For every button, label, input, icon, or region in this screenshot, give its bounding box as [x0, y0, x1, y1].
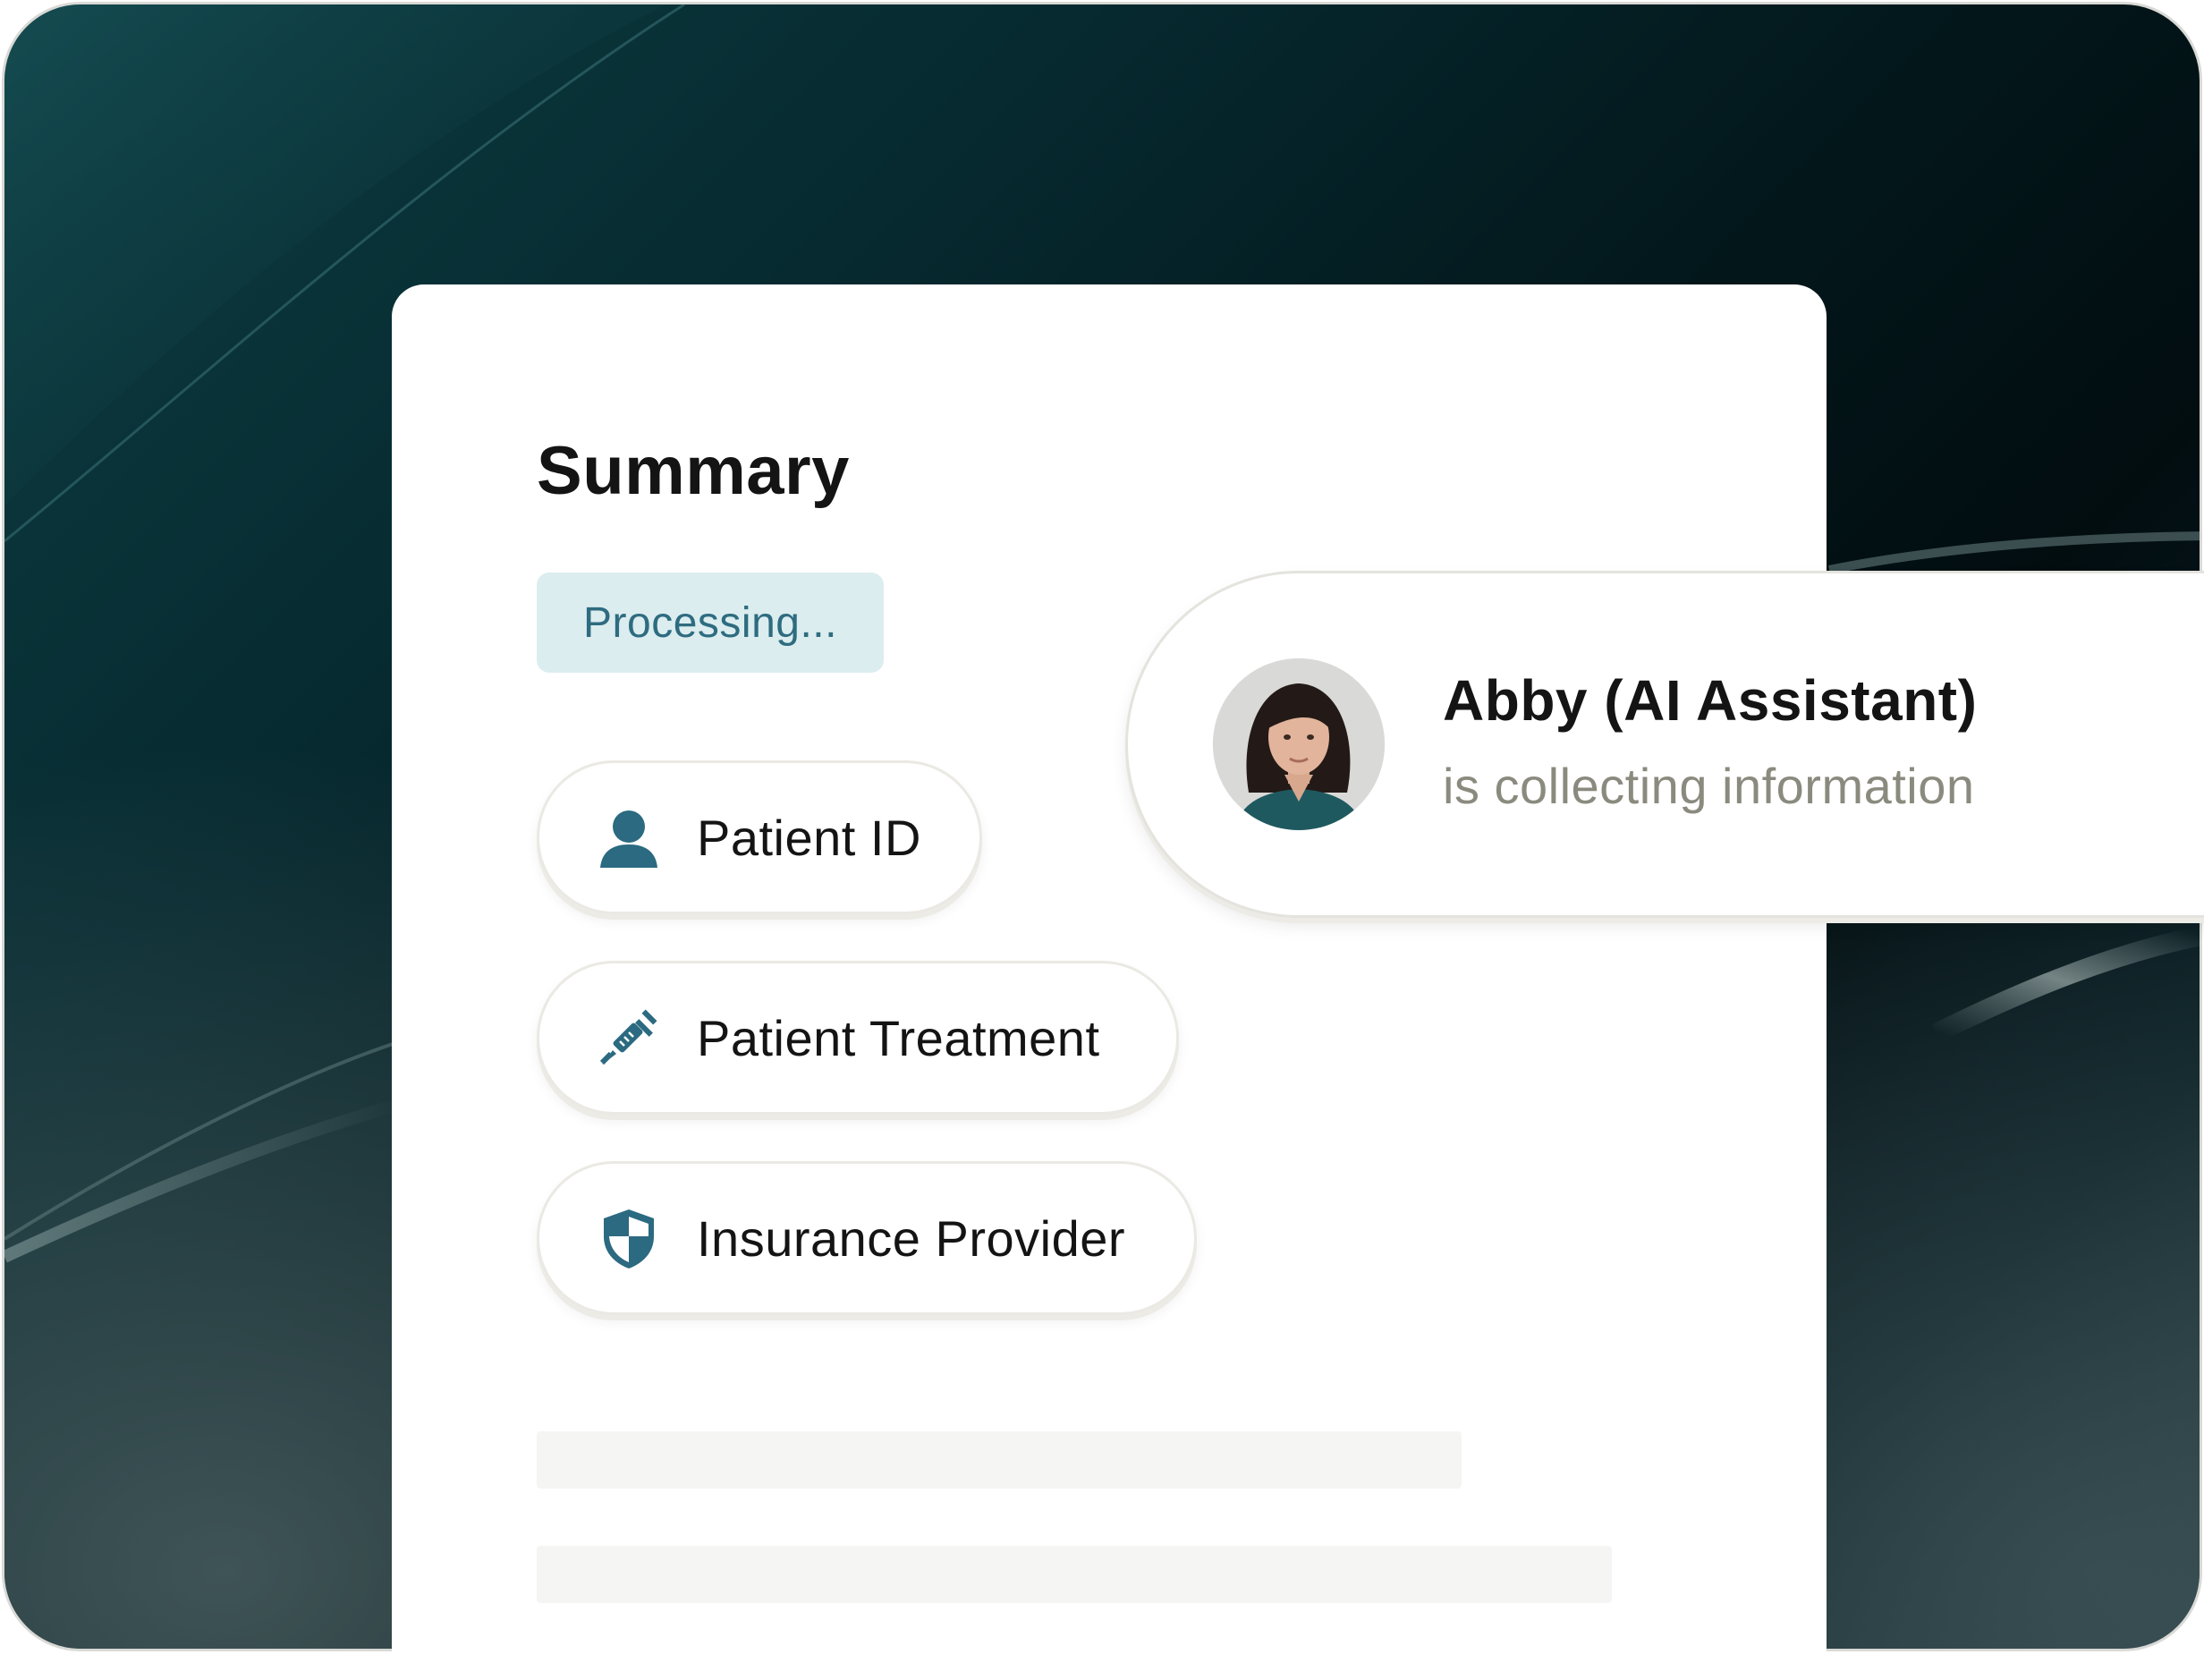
summary-card: Summary Processing... Patient ID Patient…: [392, 284, 1827, 1680]
patient-treatment-label: Patient Treatment: [697, 1009, 1100, 1066]
skeleton-line: [537, 1546, 1612, 1603]
syringe-icon: [597, 1005, 661, 1070]
patient-id-label: Patient ID: [697, 809, 921, 866]
summary-title: Summary: [537, 433, 850, 509]
insurance-provider-chip[interactable]: Insurance Provider: [537, 1161, 1197, 1315]
patient-treatment-chip[interactable]: Patient Treatment: [537, 961, 1179, 1115]
skeleton-line: [537, 1431, 1462, 1489]
avatar: [1213, 658, 1385, 830]
assistant-status-text: is collecting information: [1443, 758, 1975, 814]
person-icon: [597, 805, 661, 870]
processing-status-badge: Processing...: [537, 573, 884, 673]
insurance-provider-label: Insurance Provider: [697, 1209, 1126, 1267]
assistant-card: Abby (AI Assistant) is collecting inform…: [1125, 571, 2204, 918]
assistant-name: Abby (AI Assistant): [1443, 668, 1978, 733]
shield-icon: [597, 1206, 661, 1270]
patient-id-chip[interactable]: Patient ID: [537, 760, 982, 914]
